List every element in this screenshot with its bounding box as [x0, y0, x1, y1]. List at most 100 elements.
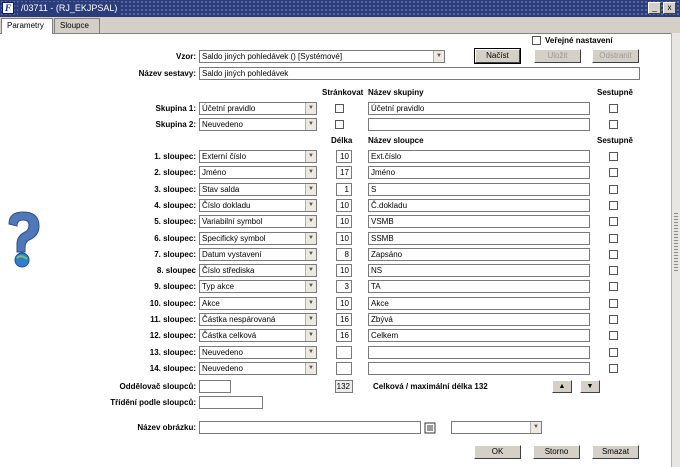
column-desc-checkbox[interactable] [609, 363, 618, 373]
cancel-button[interactable]: Storno [533, 445, 580, 459]
column-length-input[interactable]: 10 [336, 296, 352, 310]
chevron-down-icon[interactable]: ▼ [433, 51, 444, 62]
column-name-input[interactable]: Č.dokladu [368, 198, 590, 212]
paging-checkbox[interactable] [335, 104, 344, 113]
list-icon[interactable] [424, 422, 436, 434]
column-desc-checkbox[interactable] [609, 298, 618, 308]
remove-button[interactable]: Odstranit [592, 49, 639, 63]
chevron-down-icon[interactable]: ▼ [305, 232, 316, 244]
chevron-down-icon[interactable]: ▼ [305, 297, 316, 309]
tab-parametry[interactable]: Parametry [1, 18, 53, 34]
column-select[interactable]: Jméno ▼ [199, 166, 317, 180]
group-name-input[interactable] [368, 118, 590, 131]
chevron-down-icon[interactable]: ▼ [530, 422, 541, 433]
move-up-button[interactable]: ▲ [552, 380, 572, 393]
column-desc-checkbox[interactable] [609, 168, 618, 178]
chevron-down-icon[interactable]: ▼ [305, 265, 316, 277]
chevron-down-icon[interactable]: ▼ [305, 103, 316, 114]
column-length-input[interactable]: 1 [336, 182, 352, 196]
column-length-input[interactable]: 10 [336, 231, 352, 245]
column-desc-checkbox[interactable] [609, 200, 618, 210]
chevron-down-icon[interactable]: ▼ [305, 167, 316, 179]
column-length-input[interactable]: 16 [336, 329, 352, 343]
chevron-down-icon[interactable]: ▼ [305, 151, 316, 162]
column-length-input[interactable]: 16 [336, 313, 352, 326]
column-length-input[interactable] [336, 345, 352, 359]
chevron-down-icon[interactable]: ▼ [305, 183, 316, 195]
chevron-down-icon[interactable]: ▼ [305, 199, 316, 211]
group-select[interactable]: Účetní pravidlo ▼ [199, 102, 317, 115]
column-desc-checkbox[interactable] [609, 266, 618, 276]
column-name-input[interactable]: Jméno [368, 166, 590, 180]
tab-sloupce[interactable]: Sloupce [54, 18, 100, 34]
column-desc-checkbox[interactable] [609, 233, 618, 243]
column-select[interactable]: Číslo dokladu ▼ [199, 198, 317, 212]
move-down-button[interactable]: ▼ [580, 380, 600, 393]
minimize-button[interactable]: _ [648, 2, 661, 14]
column-desc-checkbox[interactable] [609, 249, 618, 259]
sort-input[interactable] [199, 396, 263, 409]
chevron-down-icon[interactable]: ▼ [305, 330, 316, 342]
column-name-input[interactable]: TA [368, 280, 590, 294]
column-length-input[interactable]: 8 [336, 247, 352, 261]
column-desc-checkbox[interactable] [609, 184, 618, 194]
public-setting-checkbox[interactable] [532, 36, 541, 45]
column-select[interactable]: Externí číslo ▼ [199, 150, 317, 163]
image-name-input[interactable] [199, 421, 421, 434]
column-name-input[interactable]: VSMB [368, 215, 590, 229]
group-name-input[interactable]: Účetní pravidlo [368, 102, 590, 115]
column-select[interactable]: Akce ▼ [199, 296, 317, 310]
column-desc-checkbox[interactable] [609, 217, 618, 227]
column-length-input[interactable]: 10 [336, 215, 352, 229]
paging-checkbox[interactable] [335, 120, 344, 129]
column-desc-checkbox[interactable] [609, 331, 618, 341]
separator-input[interactable] [199, 380, 231, 393]
scroll-grip[interactable] [674, 213, 678, 273]
column-select[interactable]: Neuvedeno ▼ [199, 345, 317, 359]
column-name-input[interactable]: Ext.číslo [368, 150, 590, 163]
delete-button[interactable]: Smazat [592, 445, 639, 459]
chevron-down-icon[interactable]: ▼ [305, 119, 316, 130]
column-name-input[interactable]: Zbývá [368, 313, 590, 326]
chevron-down-icon[interactable]: ▼ [305, 248, 316, 260]
column-name-input[interactable] [368, 345, 590, 359]
column-desc-checkbox[interactable] [609, 347, 618, 357]
column-desc-checkbox[interactable] [609, 152, 618, 161]
column-select[interactable]: Stav salda ▼ [199, 182, 317, 196]
column-length-input[interactable]: 10 [336, 150, 352, 163]
column-name-input[interactable]: Zapsáno [368, 247, 590, 261]
column-select[interactable]: Datum vystavení ▼ [199, 247, 317, 261]
column-select[interactable]: Číslo střediska ▼ [199, 264, 317, 278]
load-button[interactable]: Načíst [474, 48, 521, 64]
chevron-down-icon[interactable]: ▼ [305, 314, 316, 325]
column-name-input[interactable] [368, 361, 590, 375]
image-type-select[interactable]: ▼ [451, 421, 542, 434]
column-select[interactable]: Částka nespárovaná ▼ [199, 313, 317, 326]
column-name-input[interactable]: SSMB [368, 231, 590, 245]
column-length-input[interactable]: 17 [336, 166, 352, 180]
column-length-input[interactable] [336, 361, 352, 375]
chevron-down-icon[interactable]: ▼ [305, 216, 316, 228]
column-select[interactable]: Neuvedeno ▼ [199, 361, 317, 375]
column-length-input[interactable]: 10 [336, 264, 352, 278]
column-length-input[interactable]: 3 [336, 280, 352, 294]
vertical-scrollbar[interactable] [671, 33, 680, 467]
column-name-input[interactable]: Akce [368, 296, 590, 310]
column-name-input[interactable]: Celkem [368, 329, 590, 343]
vzor-select[interactable]: Saldo jiných pohledávek () [Systémové] ▼ [199, 50, 445, 63]
column-select[interactable]: Částka celková ▼ [199, 329, 317, 343]
column-name-input[interactable]: NS [368, 264, 590, 278]
report-name-input[interactable]: Saldo jiných pohledávek [199, 67, 640, 80]
close-button[interactable]: x [663, 2, 676, 14]
group-desc-checkbox[interactable] [609, 120, 618, 129]
column-desc-checkbox[interactable] [609, 315, 618, 324]
column-select[interactable]: Variabilní symbol ▼ [199, 215, 317, 229]
column-select[interactable]: Specifický symbol ▼ [199, 231, 317, 245]
ok-button[interactable]: OK [474, 445, 521, 459]
column-length-input[interactable]: 10 [336, 198, 352, 212]
group-desc-checkbox[interactable] [609, 104, 618, 113]
chevron-down-icon[interactable]: ▼ [305, 362, 316, 374]
column-select[interactable]: Typ akce ▼ [199, 280, 317, 294]
column-name-input[interactable]: S [368, 182, 590, 196]
chevron-down-icon[interactable]: ▼ [305, 346, 316, 358]
